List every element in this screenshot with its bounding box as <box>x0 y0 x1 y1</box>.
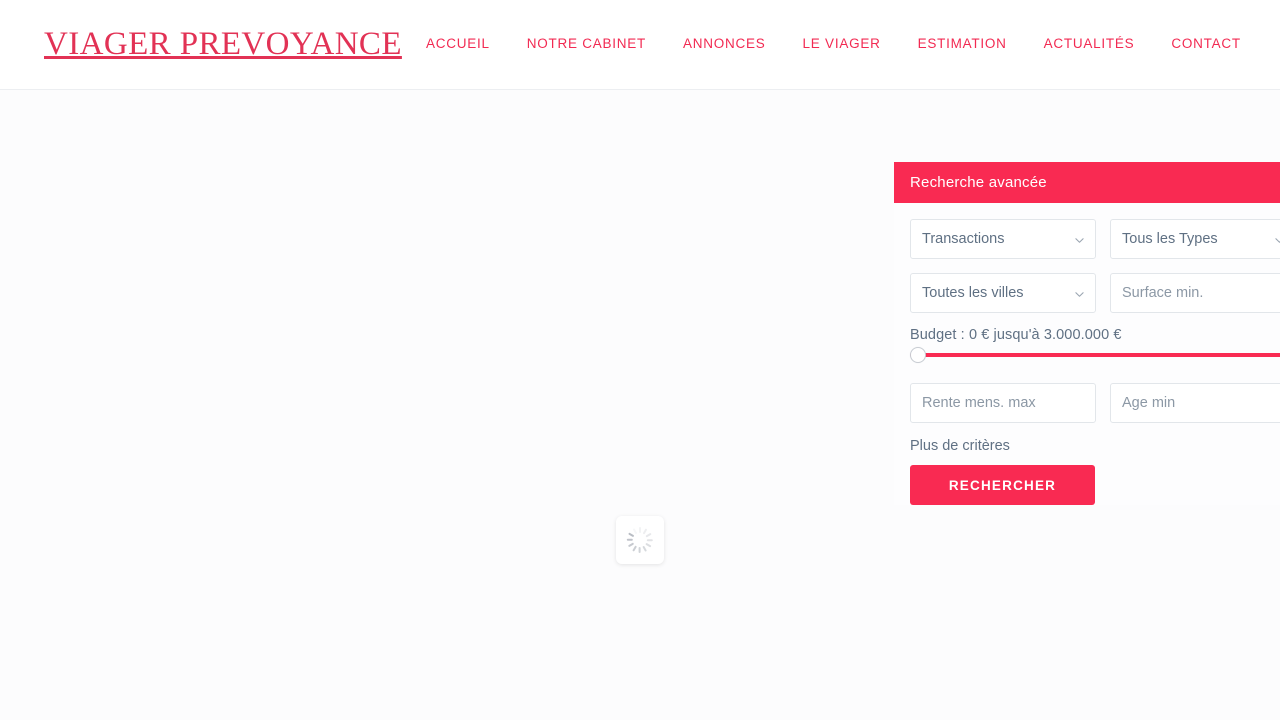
field-row-3: Rente mens. max Age min <box>910 383 1280 423</box>
spinner-icon <box>627 527 654 553</box>
nav-item-annonces[interactable]: ANNONCES <box>683 33 766 55</box>
nav-item-actualites[interactable]: ACTUALITÉS <box>1044 33 1135 55</box>
select-cities-value: Toutes les villes <box>922 285 1024 301</box>
input-rente-max-placeholder: Rente mens. max <box>922 395 1036 411</box>
advanced-search-panel: Recherche avancée Transactions Tous les … <box>894 162 1280 505</box>
site-header: VIAGER PREVOYANCE ACCUEIL NOTRE CABINET … <box>0 0 1280 90</box>
budget-label: Budget : 0 € jusqu'à 3.000.000 € <box>910 327 1122 343</box>
budget-filter: Budget : 0 € jusqu'à 3.000.000 € <box>910 327 1280 363</box>
select-cities[interactable]: Toutes les villes <box>910 273 1096 313</box>
select-transactions[interactable]: Transactions <box>910 219 1096 259</box>
panel-title: Recherche avancée <box>910 174 1047 191</box>
panel-body: Transactions Tous les Types Toutes les v… <box>894 203 1280 505</box>
panel-header: Recherche avancée <box>894 162 1280 203</box>
chevron-down-icon <box>1075 290 1084 299</box>
nav-item-accueil[interactable]: ACCUEIL <box>426 33 490 55</box>
input-age-min-placeholder: Age min <box>1122 395 1176 411</box>
select-types-value: Tous les Types <box>1122 231 1218 247</box>
budget-slider[interactable] <box>910 347 1280 363</box>
site-logo[interactable]: VIAGER PREVOYANCE <box>44 24 402 64</box>
nav-item-estimation[interactable]: ESTIMATION <box>918 33 1007 55</box>
page-content-area: Recherche avancée Transactions Tous les … <box>0 91 1280 720</box>
input-age-min-wrapper[interactable]: Age min <box>1110 383 1280 423</box>
input-surface-min-wrapper[interactable]: Surface min. <box>1110 273 1280 313</box>
search-submit-button[interactable]: RECHERCHER <box>910 465 1095 505</box>
input-surface-min-placeholder: Surface min. <box>1122 285 1204 301</box>
budget-slider-track <box>910 353 1280 357</box>
nav-item-contact[interactable]: CONTACT <box>1171 33 1241 55</box>
field-row-1: Transactions Tous les Types <box>910 219 1280 259</box>
chevron-down-icon <box>1075 236 1084 245</box>
select-types[interactable]: Tous les Types <box>1110 219 1280 259</box>
nav-item-notre-cabinet[interactable]: NOTRE CABINET <box>527 33 646 55</box>
main-navigation: ACCUEIL NOTRE CABINET ANNONCES LE VIAGER… <box>426 33 1241 55</box>
loading-indicator <box>616 516 664 564</box>
input-rente-max-wrapper[interactable]: Rente mens. max <box>910 383 1096 423</box>
select-transactions-value: Transactions <box>922 231 1005 247</box>
chevron-down-icon <box>1275 236 1280 245</box>
nav-item-le-viager[interactable]: LE VIAGER <box>803 33 881 55</box>
field-row-2: Toutes les villes Surface min. <box>910 273 1280 313</box>
budget-slider-handle[interactable] <box>910 347 926 363</box>
more-criteria-toggle[interactable]: Plus de critères <box>910 438 1010 454</box>
